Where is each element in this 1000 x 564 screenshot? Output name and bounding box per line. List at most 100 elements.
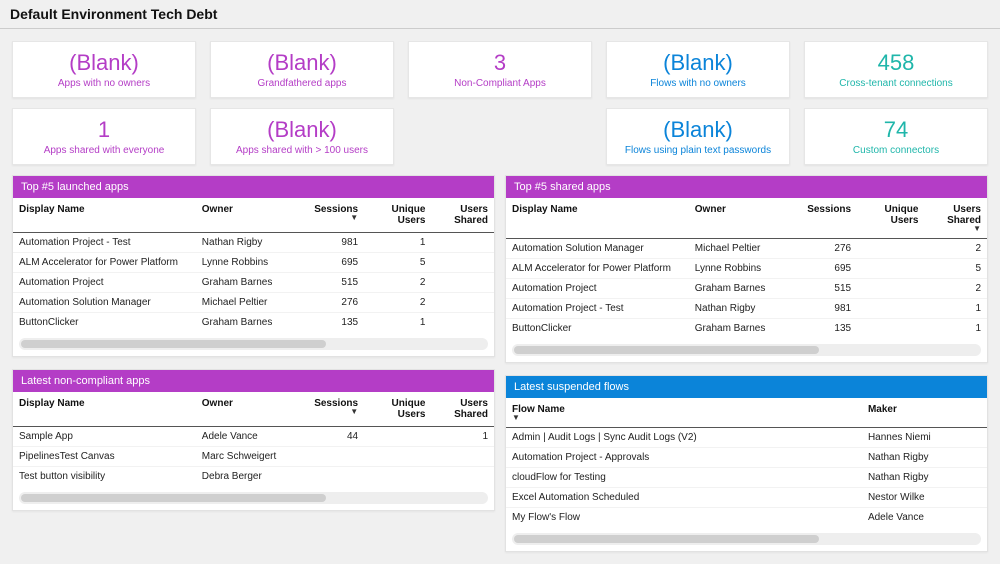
panel-header: Latest non-compliant apps (13, 370, 494, 392)
panel-header: Top #5 launched apps (13, 176, 494, 198)
kpi-value: (Blank) (217, 50, 387, 76)
table-cell: ButtonClicker (506, 319, 689, 339)
column-header[interactable]: Display Name (13, 392, 196, 427)
scrollbar-thumb[interactable] (21, 340, 326, 348)
table-row[interactable]: Automation ProjectGraham Barnes5152 (13, 273, 494, 293)
page-title: Default Environment Tech Debt (10, 6, 990, 22)
table-cell (302, 467, 365, 487)
table-row[interactable]: Automation Project - TestNathan Rigby981… (506, 299, 987, 319)
column-header-label: Owner (202, 398, 233, 409)
table-row[interactable]: ALM Accelerator for Power PlatformLynne … (506, 259, 987, 279)
column-header[interactable]: Display Name (506, 198, 689, 239)
column-header[interactable]: Users Shared▼ (924, 198, 987, 239)
column-header[interactable]: Owner (689, 198, 795, 239)
table-cell: Hannes Niemi (862, 428, 987, 448)
kpi-label: Apps shared with > 100 users (217, 145, 387, 156)
scrollbar-thumb[interactable] (21, 494, 326, 502)
kpi-value: 1 (19, 117, 189, 143)
table-row[interactable]: Automation Project - TestNathan Rigby981… (13, 233, 494, 253)
table-cell: 515 (795, 279, 858, 299)
content-area: (Blank)Apps with no owners(Blank)Grandfa… (0, 29, 1000, 564)
table-cell (364, 467, 431, 487)
kpi-card[interactable]: (Blank) Apps shared with > 100 users (210, 108, 394, 165)
table-row[interactable]: Sample AppAdele Vance441 (13, 427, 494, 447)
table-cell (431, 233, 494, 253)
table-cell: Lynne Robbins (689, 259, 795, 279)
panel-top-launched-apps: Top #5 launched appsDisplay Name Owner Ses… (12, 175, 495, 357)
table-row[interactable]: ALM Accelerator for Power PlatformLynne … (13, 253, 494, 273)
kpi-card[interactable]: 3Non-Compliant Apps (408, 41, 592, 98)
column-header[interactable]: Unique Users (364, 198, 431, 233)
column-header-label: Users Shared (454, 398, 488, 420)
column-header[interactable]: Unique Users (364, 392, 431, 427)
column-header-label: Sessions (807, 204, 851, 215)
table-cell: 5 (364, 253, 431, 273)
table-cell (364, 447, 431, 467)
table-cell (364, 427, 431, 447)
table-cell: 981 (795, 299, 858, 319)
table-cell (857, 259, 924, 279)
table-cell: 2 (364, 293, 431, 313)
kpi-card[interactable]: 458Cross-tenant connections (804, 41, 988, 98)
table-cell: 5 (924, 259, 987, 279)
table-row[interactable]: Excel Automation ScheduledNestor Wilke (506, 488, 987, 508)
table-row[interactable]: My Flow's FlowAdele Vance (506, 508, 987, 528)
table-cell: 1 (364, 233, 431, 253)
horizontal-scrollbar[interactable] (512, 533, 981, 545)
data-table: Display NameOwner Sessions Unique UsersUse… (506, 198, 987, 338)
table-row[interactable]: Automation ProjectGraham Barnes5152 (506, 279, 987, 299)
table-row[interactable]: Automation Project - ApprovalsNathan Rig… (506, 448, 987, 468)
kpi-value: (Blank) (217, 117, 387, 143)
table-cell: Nathan Rigby (689, 299, 795, 319)
table-cell (431, 313, 494, 333)
table-cell: Sample App (13, 427, 196, 447)
table-cell: My Flow's Flow (506, 508, 862, 528)
column-header[interactable]: Display Name (13, 198, 196, 233)
kpi-card[interactable]: 1Apps shared with everyone (12, 108, 196, 165)
table-row[interactable]: ButtonClickerGraham Barnes1351 (13, 313, 494, 333)
column-header[interactable]: Owner (196, 198, 302, 233)
column-header[interactable]: Unique Users (857, 198, 924, 239)
horizontal-scrollbar[interactable] (512, 344, 981, 356)
horizontal-scrollbar[interactable] (19, 338, 488, 350)
table-row[interactable]: cloudFlow for TestingNathan Rigby (506, 468, 987, 488)
table-cell (857, 279, 924, 299)
column-header[interactable]: Sessions▼ (302, 392, 365, 427)
table-row[interactable]: Automation Solution ManagerMichael Pelti… (13, 293, 494, 313)
column-header[interactable]: Owner (196, 392, 302, 427)
table-row[interactable]: ButtonClickerGraham Barnes1351 (506, 319, 987, 339)
table-row[interactable]: Test button visibilityDebra Berger (13, 467, 494, 487)
panel-top-shared-apps: Top #5 shared appsDisplay NameOwnerSessi… (505, 175, 988, 363)
table-cell: 695 (302, 253, 365, 273)
kpi-card[interactable]: (Blank)Grandfathered apps (210, 41, 394, 98)
sort-arrow-icon: ▼ (512, 415, 856, 421)
kpi-value: 458 (811, 50, 981, 76)
kpi-label: Apps with no owners (19, 78, 189, 89)
column-header[interactable]: Sessions (795, 198, 858, 239)
table-cell: Automation Solution Manager (506, 239, 689, 259)
table-cell: cloudFlow for Testing (506, 468, 862, 488)
kpi-card[interactable]: (Blank)Flows with no owners (606, 41, 790, 98)
table-row[interactable]: Admin | Audit Logs | Sync Audit Logs (V2… (506, 428, 987, 448)
column-header[interactable]: Users Shared (431, 392, 494, 427)
kpi-card[interactable]: (Blank)Flows using plain text passwords (606, 108, 790, 165)
table-cell: Excel Automation Scheduled (506, 488, 862, 508)
column-header[interactable]: Sessions▼ (302, 198, 365, 233)
column-header[interactable]: Users Shared (431, 198, 494, 233)
kpi-row-1: (Blank)Apps with no owners(Blank)Grandfa… (12, 41, 988, 98)
table-cell: Adele Vance (862, 508, 987, 528)
column-header[interactable]: Maker (862, 398, 987, 428)
table-cell: Lynne Robbins (196, 253, 302, 273)
table-row[interactable]: Automation Solution ManagerMichael Pelti… (506, 239, 987, 259)
table-cell: 135 (302, 313, 365, 333)
column-header[interactable]: Flow Name▼ (506, 398, 862, 428)
scrollbar-thumb[interactable] (514, 535, 819, 543)
kpi-card[interactable]: 74Custom connectors (804, 108, 988, 165)
horizontal-scrollbar[interactable] (19, 492, 488, 504)
kpi-card[interactable]: (Blank)Apps with no owners (12, 41, 196, 98)
table-cell: Automation Solution Manager (13, 293, 196, 313)
panel-suspended-flows: Latest suspended flowsFlow Name▼MakerAdm… (505, 375, 988, 552)
table-row[interactable]: PipelinesTest CanvasMarc Schweigert (13, 447, 494, 467)
scrollbar-thumb[interactable] (514, 346, 819, 354)
column-header-label: Owner (202, 204, 233, 215)
